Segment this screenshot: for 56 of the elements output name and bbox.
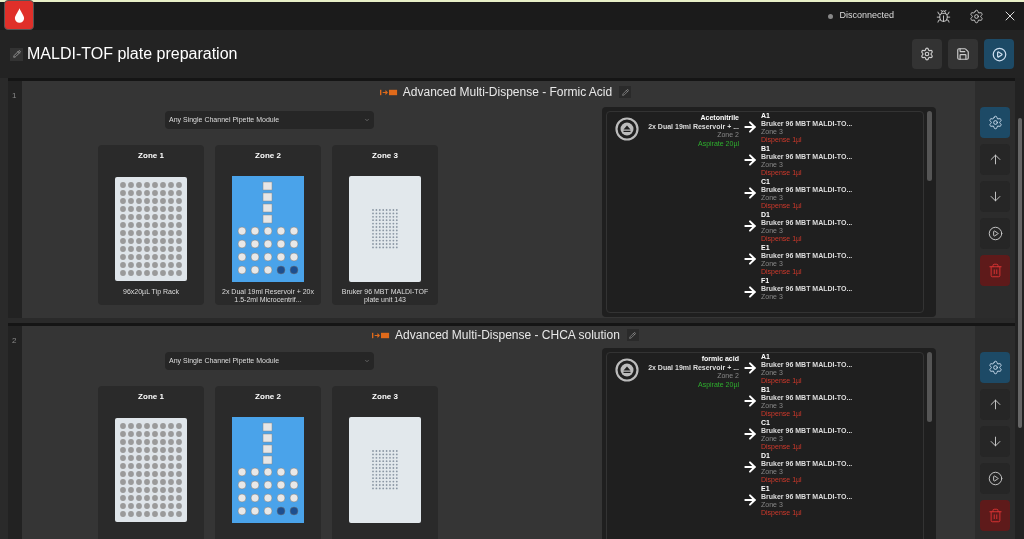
delete-button[interactable] — [980, 500, 1010, 531]
eject-icon — [615, 117, 639, 141]
settings-icon[interactable] — [969, 8, 984, 24]
run-step-button[interactable] — [980, 218, 1010, 249]
settings-button[interactable] — [912, 39, 942, 69]
move-down-button[interactable] — [980, 181, 1010, 212]
save-icon — [956, 47, 970, 61]
multi-dispense-icon — [379, 87, 398, 97]
move-up-button[interactable] — [980, 144, 1010, 175]
settings-icon — [987, 115, 1003, 130]
multi-dispense-icon — [372, 330, 391, 340]
edit-button[interactable] — [10, 47, 23, 61]
settings-button[interactable] — [980, 352, 1010, 383]
drop-icon — [13, 7, 25, 23]
pencil-icon — [629, 331, 637, 339]
run-button[interactable] — [984, 39, 1014, 69]
edit-button[interactable] — [626, 329, 639, 341]
step-number: 1 — [12, 91, 17, 100]
trash-icon — [987, 508, 1003, 523]
zone-name: Zone 3 — [372, 150, 398, 162]
move-up-button[interactable] — [980, 389, 1010, 420]
settings-icon — [987, 360, 1003, 375]
settings-icon — [920, 47, 934, 61]
delete-button[interactable] — [980, 255, 1010, 286]
trash-icon — [987, 263, 1003, 278]
arrow-down-icon — [987, 189, 1003, 204]
pencil-icon — [621, 88, 629, 96]
connection-status: Disconnected — [839, 9, 894, 23]
pencil-icon — [12, 50, 21, 58]
play-icon — [987, 226, 1003, 241]
play-icon — [987, 471, 1003, 486]
save-button[interactable] — [948, 39, 978, 69]
eject-icon — [615, 358, 639, 382]
zone-name: Zone 2 — [255, 391, 281, 403]
chevron-down-icon — [364, 117, 370, 123]
run-step-button[interactable] — [980, 463, 1010, 494]
zone-card[interactable]: Zone 2 — [215, 386, 321, 539]
page-scrollbar[interactable] — [1015, 78, 1024, 539]
zone-name: Zone 1 — [138, 391, 164, 403]
zone-name: Zone 1 — [138, 150, 164, 162]
edit-button[interactable] — [619, 86, 632, 98]
step-title: Advanced Multi-Dispense - CHCA solution — [395, 327, 620, 344]
zone-card[interactable]: Zone 1 — [98, 386, 204, 539]
play-icon — [991, 46, 1007, 62]
zone-name: Zone 2 — [255, 150, 281, 162]
zone-name: Zone 3 — [372, 391, 398, 403]
step-title: Advanced Multi-Dispense - Formic Acid — [402, 84, 613, 101]
settings-button[interactable] — [980, 107, 1010, 138]
chevron-down-icon — [364, 358, 370, 364]
bug-icon[interactable] — [936, 8, 951, 24]
zone-card[interactable]: Zone 3 — [332, 386, 438, 539]
arrow-down-icon — [987, 434, 1003, 449]
protocol-title: MALDI-TOF plate preparation — [27, 44, 238, 64]
step-number: 2 — [12, 336, 17, 345]
move-down-button[interactable] — [980, 426, 1010, 457]
app-logo[interactable] — [4, 0, 34, 30]
